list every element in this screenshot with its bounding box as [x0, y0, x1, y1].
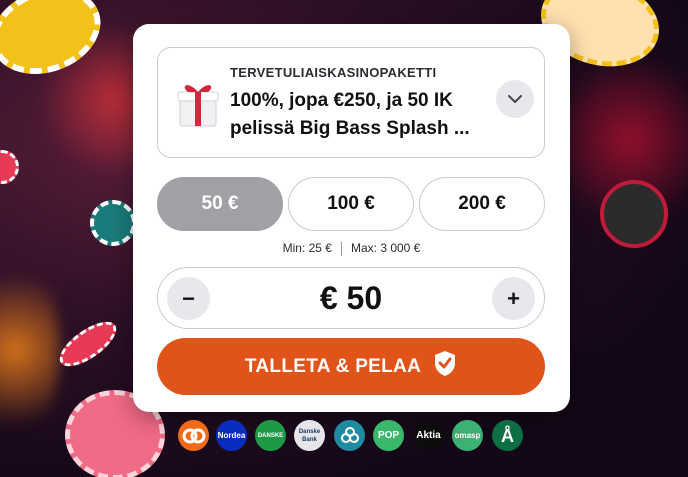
amount-options: 50 € 100 € 200 €: [157, 177, 545, 231]
op-icon: [178, 420, 209, 451]
danske-bank-icon: Danske Bank: [294, 420, 325, 451]
promo-eyebrow: TERVETULIAISKASINOPAKETTI: [230, 65, 437, 80]
casino-chip-icon: [52, 313, 124, 375]
saastopankki-icon: [334, 420, 365, 451]
shield-check-icon: [433, 350, 457, 383]
danske-icon: DANSKE: [255, 420, 286, 451]
min-limit: Min: 25 €: [282, 241, 332, 255]
casino-chip-icon: [0, 150, 19, 184]
casino-chip-icon: [90, 200, 136, 246]
pop-icon: POP: [373, 420, 404, 451]
deposit-limits: Min: 25 € Max: 3 000 €: [133, 241, 570, 256]
promo-title: 100%, jopa €250, ja 50 IK pelissä Big Ba…: [230, 90, 470, 139]
nordea-icon: Nordea: [216, 420, 247, 451]
amount-option-200[interactable]: 200 €: [419, 177, 545, 231]
amount-input[interactable]: € 50: [158, 280, 544, 317]
alandsbanken-icon: Å: [492, 420, 523, 451]
deposit-play-button[interactable]: TALLETA & PELAA: [157, 338, 545, 395]
amount-option-50[interactable]: 50 €: [157, 177, 283, 231]
bank-logos: Nordea DANSKE Danske Bank POP Aktia omas…: [175, 420, 535, 452]
amount-stepper: − € 50 +: [157, 267, 545, 329]
deposit-card: TERVETULIAISKASINOPAKETTI 100%, jopa €25…: [133, 24, 570, 412]
chevron-down-icon[interactable]: [496, 80, 534, 118]
welcome-package-selector[interactable]: TERVETULIAISKASINOPAKETTI 100%, jopa €25…: [157, 47, 545, 158]
aktia-icon: Aktia: [413, 420, 444, 451]
gift-icon: [174, 78, 222, 128]
divider: [340, 241, 342, 256]
max-limit: Max: 3 000 €: [350, 241, 421, 255]
omasp-icon: omasp: [452, 420, 483, 451]
casino-chip-icon: [600, 180, 668, 248]
amount-option-100[interactable]: 100 €: [288, 177, 414, 231]
deposit-play-label: TALLETA & PELAA: [244, 355, 422, 377]
increment-button[interactable]: +: [492, 277, 535, 320]
